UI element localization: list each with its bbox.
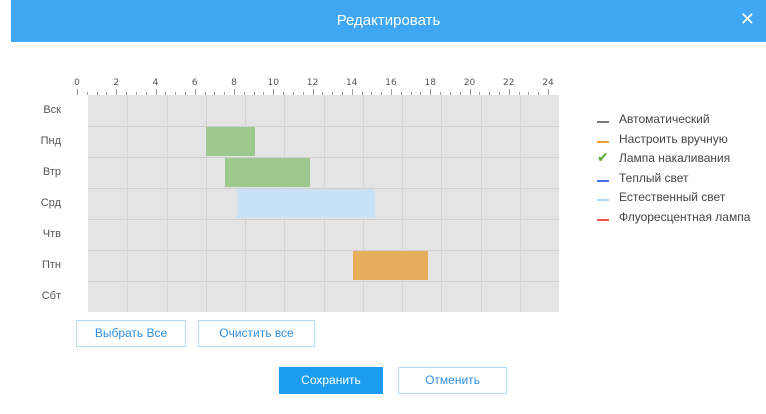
hour-label: 10 xyxy=(267,78,279,88)
hour-label: 16 xyxy=(385,78,397,88)
legend-swatch xyxy=(597,121,609,123)
hour-tick xyxy=(449,92,451,95)
dialog-title: Редактировать xyxy=(336,12,441,29)
hour-tick xyxy=(312,89,314,95)
hour-tick xyxy=(489,92,491,95)
column-divider xyxy=(519,95,521,312)
hour-tick xyxy=(410,92,412,95)
hour-tick xyxy=(381,92,383,95)
schedule-block[interactable] xyxy=(237,189,375,218)
day-label: Пнд xyxy=(40,134,61,147)
hour-tick xyxy=(96,92,98,95)
hour-tick xyxy=(538,92,540,95)
hour-tick xyxy=(263,92,265,95)
hour-tick xyxy=(361,92,363,95)
hour-label: 6 xyxy=(191,78,198,88)
save-button[interactable]: Сохранить xyxy=(279,367,383,394)
check-icon: ✔ xyxy=(597,150,609,167)
hour-tick xyxy=(341,92,343,95)
hour-tick xyxy=(116,89,118,95)
hour-tick xyxy=(459,92,461,95)
hour-tick xyxy=(184,92,186,95)
hour-label: 8 xyxy=(231,78,237,88)
hour-tick xyxy=(86,92,88,95)
day-label: Сбт xyxy=(41,289,61,302)
close-icon[interactable]: ✕ xyxy=(740,10,755,28)
hour-tick xyxy=(175,92,177,95)
legend-swatch xyxy=(597,218,609,221)
edit-dialog: Редактировать ✕ Автоматический Настроить … xyxy=(11,0,766,414)
hour-tick xyxy=(469,89,471,95)
day-label: Птн xyxy=(41,258,61,271)
hour-tick xyxy=(155,89,157,95)
schedule-block[interactable] xyxy=(205,127,255,156)
legend-label: Настроить вручную xyxy=(619,131,728,146)
cancel-button[interactable]: Отменить xyxy=(398,367,507,394)
clear-all-button[interactable]: Очистить все xyxy=(198,320,315,347)
column-divider xyxy=(127,95,129,312)
day-label: Чтв xyxy=(42,227,61,240)
hour-tick xyxy=(253,92,255,95)
hour-tick xyxy=(165,92,167,95)
hour-label: 2 xyxy=(113,78,120,88)
hour-tick xyxy=(77,89,78,95)
hour-tick xyxy=(528,92,530,95)
hour-tick xyxy=(126,92,128,95)
column-divider xyxy=(166,95,168,312)
hour-label: 12 xyxy=(306,78,319,88)
hour-tick xyxy=(332,92,334,95)
hour-tick xyxy=(145,92,147,95)
hour-tick xyxy=(430,89,432,95)
hour-tick xyxy=(135,92,137,95)
hour-label: 18 xyxy=(424,78,436,88)
hour-tick xyxy=(234,89,235,95)
hour-tick xyxy=(273,89,275,95)
legend-swatch xyxy=(597,199,609,202)
legend-label: Теплый свет xyxy=(619,170,689,185)
day-label: Втр xyxy=(42,165,61,178)
hour-tick xyxy=(479,92,481,95)
hour-tick xyxy=(302,92,304,95)
hour-tick xyxy=(400,92,402,95)
column-divider xyxy=(480,95,482,312)
hour-tick xyxy=(548,89,549,95)
hour-label: 22 xyxy=(503,78,515,88)
select-all-button[interactable]: Выбрать Все xyxy=(76,320,186,347)
hour-tick xyxy=(292,92,294,95)
legend-label: Автоматический xyxy=(619,112,710,126)
hour-tick xyxy=(391,89,392,95)
hour-tick xyxy=(508,89,510,95)
hour-label: 0 xyxy=(74,78,80,88)
hour-tick xyxy=(243,92,245,95)
day-label: Вск xyxy=(43,103,61,116)
column-divider xyxy=(441,95,443,312)
legend-label: Лампа накаливания xyxy=(619,151,731,166)
hour-label: 14 xyxy=(346,78,358,88)
hour-tick xyxy=(224,92,226,95)
hour-tick xyxy=(214,92,216,95)
legend-swatch xyxy=(597,179,609,182)
hour-tick xyxy=(351,89,353,95)
schedule-grid[interactable] xyxy=(88,95,559,312)
hour-tick xyxy=(194,89,196,95)
dialog-header: Редактировать ✕ xyxy=(11,0,766,42)
hour-tick xyxy=(371,92,373,95)
hour-tick xyxy=(420,92,422,95)
schedule-block[interactable] xyxy=(352,251,428,280)
legend-label: Флуоресцентная лампа xyxy=(619,209,751,224)
schedule-block[interactable] xyxy=(225,158,310,187)
hour-tick xyxy=(440,92,442,95)
legend-label: Естественный свет xyxy=(619,190,726,205)
hour-tick xyxy=(106,92,108,95)
hour-label: 24 xyxy=(542,78,554,88)
hour-tick xyxy=(518,92,520,95)
hour-tick xyxy=(283,92,285,95)
hour-label: 20 xyxy=(463,78,476,88)
legend-swatch xyxy=(597,140,609,143)
hour-label: 4 xyxy=(152,78,159,88)
day-label: Срд xyxy=(40,196,61,209)
hour-tick xyxy=(498,92,500,95)
hour-tick xyxy=(322,92,324,95)
hour-tick xyxy=(204,92,206,95)
